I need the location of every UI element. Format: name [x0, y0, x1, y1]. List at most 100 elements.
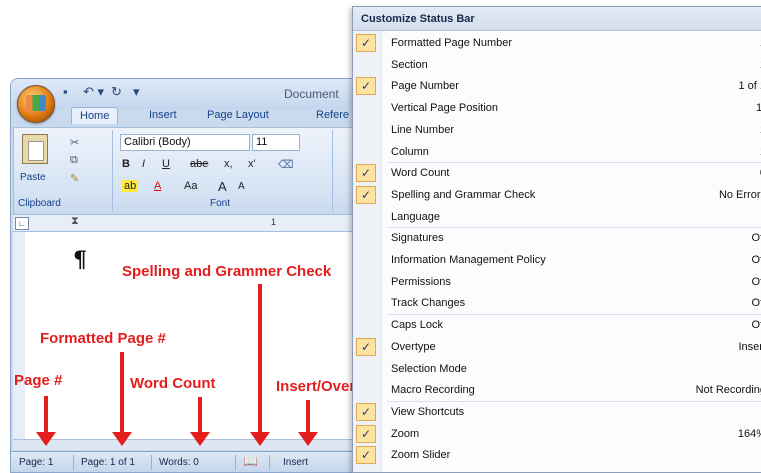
format-painter-icon[interactable]: ✎ [70, 172, 79, 185]
paste-button[interactable]: Paste [20, 172, 46, 183]
tab-selector-icon[interactable]: ∟ [15, 217, 29, 230]
menu-item-label: Word Count [391, 167, 450, 180]
status-divider [151, 455, 152, 470]
arrow-insert-mode [298, 400, 318, 446]
font-color-icon[interactable]: A [154, 180, 161, 192]
paragraph-mark: ¶ [73, 247, 87, 273]
menu-item-value: Off [751, 232, 761, 245]
menu-item-zoom-slider[interactable]: ✓ Zoom Slider [353, 445, 761, 466]
ruler-number: 1 [271, 217, 277, 227]
menu-item-label: Vertical Page Position [391, 102, 499, 115]
menu-item-view-shortcuts[interactable]: ✓ View Shortcuts [353, 402, 761, 423]
italic-button[interactable]: I [142, 158, 145, 170]
subscript-button[interactable]: x, [224, 158, 233, 170]
menu-item-label: Permissions [391, 275, 451, 288]
underline-button[interactable]: U [162, 158, 170, 170]
font-size-box[interactable]: 11 [252, 134, 300, 151]
menu-item-label: Formatted Page Number [391, 37, 513, 49]
grow-font-button[interactable]: A [218, 179, 227, 194]
spelling-check-icon[interactable]: 📖 [243, 454, 261, 469]
menu-item-zoom[interactable]: ✓ Zoom 164% [353, 424, 761, 445]
menu-item-page-number[interactable]: ✓ Page Number 1 of 1 [353, 76, 761, 97]
save-icon[interactable]: ▪ [63, 84, 68, 99]
status-divider [73, 455, 74, 470]
checkmark-icon: ✓ [356, 446, 376, 465]
menu-item-value: Not Recording [695, 384, 761, 397]
arrow-page [36, 396, 56, 446]
menu-item-vertical-page-position[interactable]: Vertical Page Position 1" [353, 98, 761, 119]
customize-qat-icon[interactable]: ▾ [133, 84, 140, 100]
menu-item-language[interactable]: Language [353, 207, 761, 228]
menu-item-selection-mode[interactable]: Selection Mode [353, 359, 761, 380]
menu-item-macro-recording[interactable]: Macro Recording Not Recording [353, 380, 761, 401]
menu-item-label: Information Management Policy [391, 254, 546, 266]
menu-item-label: Signatures [391, 232, 444, 245]
clipboard-group-label: Clipboard [18, 198, 61, 209]
menu-item-label: Selection Mode [391, 362, 467, 375]
paste-icon[interactable] [22, 134, 48, 164]
checkmark-icon: ✓ [356, 424, 376, 443]
horizontal-ruler[interactable]: ∟ ⧗ 1 [13, 215, 369, 232]
menu-item-label: Line Number [391, 123, 454, 136]
ribbon: Paste ✂ ⧉ ✎ Clipboard Calibri (Body) 11 … [13, 127, 371, 215]
document-title: Document [284, 87, 339, 101]
status-word-count[interactable]: Words: 0 [159, 457, 199, 468]
copy-icon[interactable]: ⧉ [70, 154, 78, 167]
menu-item-label: Overtype [391, 340, 436, 353]
indent-marker-icon[interactable]: ⧗ [71, 215, 79, 228]
group-divider [112, 130, 113, 212]
menu-item-caps-lock[interactable]: Caps Lock Off [353, 315, 761, 336]
arrow-formatted-page [112, 352, 132, 446]
menu-item-value: Off [751, 319, 761, 332]
arrow-word-count [190, 397, 210, 446]
menu-item-value: 164% [737, 427, 761, 440]
menu-item-information-management-policy[interactable]: Information Management Policy Off [353, 250, 761, 271]
menu-item-column[interactable]: Column1 [353, 142, 761, 163]
menu-item-line-number[interactable]: Line Number1 [353, 120, 761, 141]
group-divider [332, 130, 333, 212]
menu-item-formatted-page-number[interactable]: ✓Formatted Page Number1 [353, 33, 761, 54]
status-bar[interactable]: Page: 1 Page: 1 of 1 Words: 0 📖 Insert [11, 451, 371, 472]
cut-icon[interactable]: ✂ [70, 136, 79, 149]
status-divider [235, 455, 236, 470]
annotation-formatted-page: Formatted Page # [40, 330, 166, 347]
menu-item-track-changes[interactable]: Track Changes Off [353, 293, 761, 314]
tab-references[interactable]: Refere [316, 109, 349, 121]
tab-home[interactable]: Home [71, 107, 119, 124]
menu-item-label: Caps Lock [391, 319, 443, 332]
strikethrough-button[interactable]: abe [190, 158, 208, 170]
clear-format-icon[interactable]: ⌫ [278, 158, 294, 171]
menu-item-word-count[interactable]: ✓Word Count0 [353, 163, 761, 184]
undo-icon[interactable]: ↶ ▾ [83, 84, 104, 100]
menu-item-value: Off [751, 254, 761, 266]
status-formatted-page[interactable]: Page: 1 of 1 [81, 457, 135, 468]
menu-item-label: Zoom [391, 427, 420, 440]
checkmark-icon: ✓ [356, 34, 376, 52]
menu-item-label: Track Changes [391, 297, 466, 310]
clipboard-group: Paste ✂ ⧉ ✎ Clipboard [18, 132, 110, 210]
tab-insert[interactable]: Insert [149, 109, 177, 121]
redo-icon[interactable]: ↻ [111, 84, 122, 100]
change-case-button[interactable]: Aa [184, 180, 197, 192]
menu-item-label: Section [391, 58, 428, 71]
status-page[interactable]: Page: 1 [19, 457, 53, 468]
menu-item-value: Off [751, 275, 761, 288]
menu-item-signatures[interactable]: Signatures Off [353, 228, 761, 249]
menu-item-overtype[interactable]: ✓ Overtype Insert [353, 337, 761, 358]
tab-page-layout[interactable]: Page Layout [207, 109, 269, 121]
font-name-box[interactable]: Calibri (Body) [120, 134, 250, 151]
menu-item-section[interactable]: Section1 [353, 55, 761, 76]
customize-status-bar-menu: Customize Status Bar ✓ Formatted Page Num… [352, 6, 761, 473]
superscript-button[interactable]: x' [248, 158, 256, 170]
menu-item-value: Insert [738, 340, 761, 353]
menu-item-label: Column [391, 145, 429, 158]
highlight-icon[interactable]: ab [122, 180, 139, 192]
checkmark-icon: ✓ [356, 185, 376, 204]
menu-item-value: 1 of 1 [738, 80, 761, 93]
menu-item-label: Macro Recording [391, 384, 475, 397]
menu-item-permissions[interactable]: Permissions Off [353, 272, 761, 293]
shrink-font-button[interactable]: A [238, 181, 245, 192]
status-insert-mode[interactable]: Insert [283, 457, 308, 468]
bold-button[interactable]: B [122, 158, 130, 170]
menu-item-spelling-and-grammar-check[interactable]: ✓ Spelling and Grammar Check No Errors [353, 185, 761, 206]
